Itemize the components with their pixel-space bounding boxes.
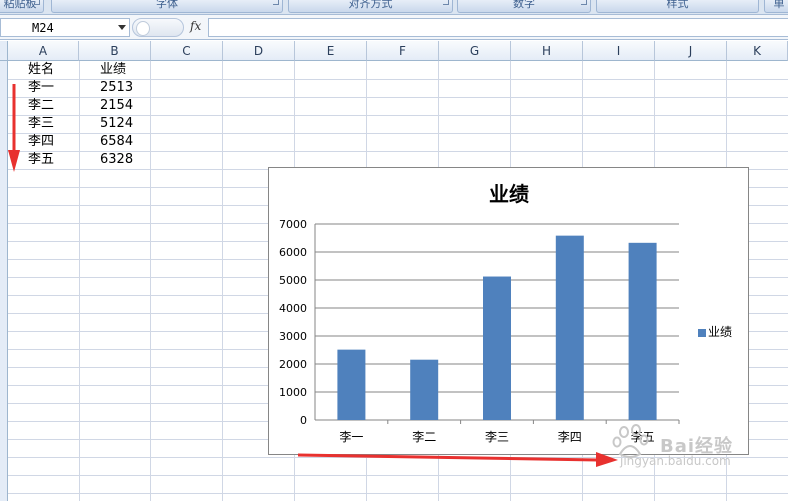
legend-label: 业绩 bbox=[708, 325, 732, 339]
ribbon-group-label: 数字 bbox=[513, 0, 535, 10]
dialog-launcher-icon[interactable] bbox=[581, 0, 587, 5]
ribbon-group-label: 粘贴板 bbox=[3, 0, 37, 10]
ribbon-group-label: 样式 bbox=[666, 0, 689, 10]
column-header-k[interactable]: K bbox=[727, 41, 788, 61]
column-header-a[interactable]: A bbox=[8, 41, 79, 61]
bar-chart[interactable]: 业绩 0 1000 2000 3000 4000 5000 6000 7000 李一 李二 李三 李四李… bbox=[268, 167, 749, 455]
cell-b3[interactable]: 2154 bbox=[100, 97, 150, 115]
cell-a3[interactable]: 李二 bbox=[28, 97, 78, 115]
row-gridline bbox=[8, 151, 788, 152]
column-header-j[interactable]: J bbox=[655, 41, 727, 61]
insert-function-button[interactable]: fx bbox=[190, 19, 201, 33]
y-tick-label: 7000 bbox=[279, 218, 307, 231]
chart-canvas: 业绩01000200030004000500060007000李一 李二 李三 李四李… bbox=[279, 182, 732, 444]
cell-a4[interactable]: 李三 bbox=[28, 115, 78, 133]
select-all-corner[interactable] bbox=[0, 41, 8, 61]
formula-bar: M24 fx bbox=[0, 15, 788, 40]
row-gridline bbox=[8, 115, 788, 116]
y-tick-label: 3000 bbox=[279, 330, 307, 343]
bar bbox=[628, 242, 657, 420]
formula-cancel-enter-group[interactable] bbox=[132, 18, 184, 37]
ribbon: 粘贴板 字体 对齐方式 数字 样式 单 bbox=[0, 0, 788, 15]
bar bbox=[483, 276, 511, 420]
column-header-h[interactable]: H bbox=[511, 41, 583, 61]
row-gridline bbox=[8, 79, 788, 80]
x-tick-label: 李四 bbox=[558, 429, 582, 444]
ribbon-group-clipboard[interactable]: 粘贴板 bbox=[0, 0, 44, 13]
cell-b6[interactable]: 6328 bbox=[100, 151, 150, 169]
dialog-launcher-icon[interactable] bbox=[34, 0, 40, 5]
x-tick-label: 李三 bbox=[485, 429, 509, 444]
cell-a6[interactable]: 李五 bbox=[28, 151, 78, 169]
y-tick-label: 4000 bbox=[279, 302, 307, 315]
chevron-down-icon[interactable] bbox=[118, 25, 126, 30]
watermark-url: jingyan.baidu.com bbox=[620, 454, 731, 468]
y-tick-label: 1000 bbox=[279, 386, 307, 399]
column-header-g[interactable]: G bbox=[439, 41, 511, 61]
ribbon-group-font[interactable]: 字体 bbox=[51, 0, 283, 13]
column-gridline bbox=[150, 61, 151, 501]
watermark: Bai经验 jingyan.baidu.com bbox=[610, 424, 780, 468]
ribbon-group-styles[interactable]: 样式 bbox=[596, 0, 759, 13]
column-header-b[interactable]: B bbox=[79, 41, 151, 61]
cell-a2[interactable]: 李一 bbox=[28, 79, 78, 97]
column-header-d[interactable]: D bbox=[223, 41, 295, 61]
bar bbox=[337, 349, 366, 420]
y-tick-label: 2000 bbox=[279, 358, 307, 371]
row-gridline bbox=[8, 133, 788, 134]
formula-controls: fx bbox=[132, 18, 208, 37]
column-header-f[interactable]: F bbox=[367, 41, 439, 61]
dialog-launcher-icon[interactable] bbox=[443, 0, 449, 5]
cell-b4[interactable]: 5124 bbox=[100, 115, 150, 133]
formula-input[interactable] bbox=[208, 18, 788, 37]
column-gridline bbox=[79, 61, 80, 501]
y-tick-label: 0 bbox=[300, 414, 307, 427]
y-tick-label: 6000 bbox=[279, 246, 307, 259]
column-header-i[interactable]: I bbox=[583, 41, 655, 61]
chart-title: 业绩 bbox=[489, 182, 529, 206]
column-header-c[interactable]: C bbox=[151, 41, 223, 61]
x-tick-label: 李二 bbox=[412, 429, 436, 444]
row-gridline bbox=[8, 475, 788, 476]
cell-a5[interactable]: 李四 bbox=[28, 133, 78, 151]
ribbon-group-number[interactable]: 数字 bbox=[457, 0, 591, 13]
y-tick-label: 5000 bbox=[279, 274, 307, 287]
ribbon-group-label: 字体 bbox=[156, 0, 178, 10]
cell-a1[interactable]: 姓名 bbox=[28, 61, 78, 79]
cell-b1[interactable]: 业绩 bbox=[100, 61, 150, 79]
bar bbox=[555, 235, 584, 420]
cell-b2[interactable]: 2513 bbox=[100, 79, 150, 97]
name-box-value: M24 bbox=[32, 21, 54, 35]
row-gridline bbox=[8, 493, 788, 494]
name-box[interactable]: M24 bbox=[0, 18, 130, 37]
column-header-e[interactable]: E bbox=[295, 41, 367, 61]
bar bbox=[410, 359, 439, 420]
cell-b5[interactable]: 6584 bbox=[100, 133, 150, 151]
ribbon-group-cells[interactable]: 单 bbox=[764, 0, 788, 13]
ribbon-group-label: 单 bbox=[773, 0, 785, 10]
ribbon-group-alignment[interactable]: 对齐方式 bbox=[288, 0, 453, 13]
ribbon-group-label: 对齐方式 bbox=[348, 0, 393, 10]
x-tick-label: 李一 bbox=[339, 429, 363, 444]
legend-swatch bbox=[698, 329, 706, 337]
column-gridline bbox=[222, 61, 223, 501]
row-header-strip[interactable] bbox=[0, 61, 8, 501]
dialog-launcher-icon[interactable] bbox=[273, 0, 279, 5]
row-gridline bbox=[8, 97, 788, 98]
